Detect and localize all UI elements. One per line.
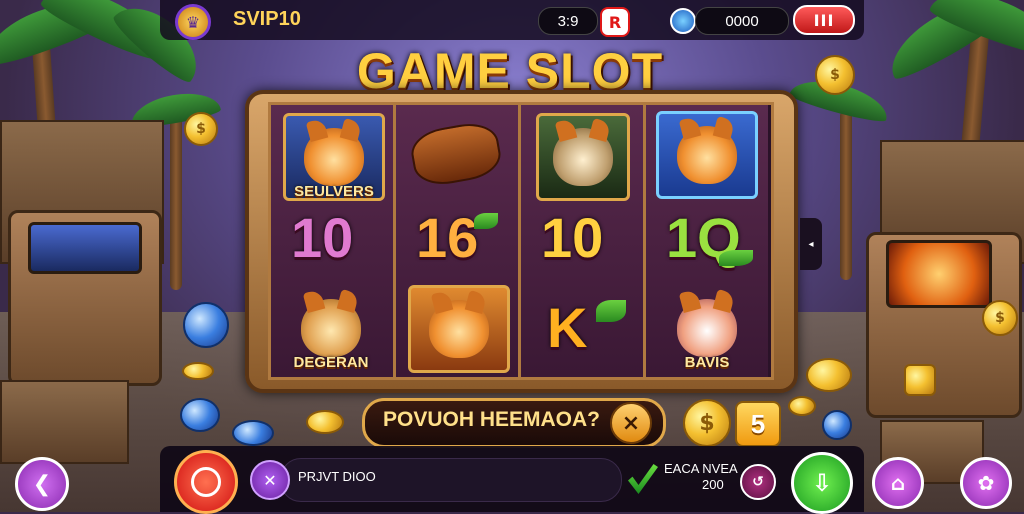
blue-token-icon (180, 398, 220, 432)
coin-icon (182, 362, 214, 380)
symbol-white-tiger: BAVIS (659, 287, 755, 371)
timer-display: 3:9 (538, 7, 598, 35)
leaf-icon (719, 250, 753, 266)
coin-icon: $ (982, 300, 1018, 336)
info-text: PRJVT DIOO (298, 469, 376, 484)
reel-area: SEULVERS 10 16 10 1Q DEGERAN K BAVIS (268, 102, 774, 380)
coin-icon (788, 396, 816, 416)
symbol-tiger-card: SEULVERS (283, 113, 385, 201)
arcade-screen-left (28, 222, 142, 274)
settings-button[interactable]: ✿ (960, 457, 1012, 509)
home-button[interactable]: ⌂ (872, 457, 924, 509)
white-tiger-icon (677, 299, 737, 357)
crate-left (0, 380, 129, 464)
message-text: POVUOH HEEMAOA? (383, 408, 601, 431)
earn-line-1: EACA NVEA (664, 461, 738, 476)
blue-token-icon (232, 420, 274, 446)
win-count-badge: 5 (735, 401, 781, 447)
coin-icon: $ (815, 55, 855, 95)
bet-settings-button[interactable]: ✕ (250, 460, 290, 500)
power-icon (191, 467, 221, 497)
symbol-10-gold: 10 (541, 206, 604, 269)
cougar-icon (677, 126, 737, 184)
leaf-icon (474, 213, 498, 229)
blue-token-icon (822, 410, 852, 440)
symbol-k: K (547, 296, 588, 359)
symbol-label: BAVIS (684, 354, 730, 371)
red-badge-label: R (608, 12, 622, 32)
coin-icon (306, 410, 344, 434)
coin-icon (806, 358, 852, 392)
symbol-label: DEGERAN (293, 354, 369, 371)
gem-currency-icon (670, 8, 696, 34)
earn-line-2: 200 (702, 477, 724, 492)
palm-tree-small (840, 110, 852, 280)
refresh-button[interactable]: ↺ (740, 464, 776, 500)
coin-icon (904, 364, 936, 396)
coin-icon: $ (683, 399, 731, 447)
back-button[interactable]: ❮ (15, 457, 69, 511)
menu-button[interactable]: III (793, 5, 855, 35)
symbol-label: SEULVERS (294, 183, 374, 200)
tiger-icon (304, 128, 364, 186)
symbol-tiger-portrait (408, 285, 510, 373)
symbol-lynx-card (536, 113, 630, 201)
red-badge-button[interactable]: R (600, 7, 630, 37)
earn-label: EACA NVEA 200 (664, 461, 738, 493)
vip-avatar-icon[interactable]: ♛ (175, 4, 211, 40)
menu-icon: III (813, 10, 835, 30)
timer-text: 3:9 (557, 12, 579, 30)
spin-button[interactable] (174, 450, 238, 514)
basket-icon (407, 118, 505, 190)
balance-display: 0000 (695, 7, 789, 35)
symbol-10: 10 (291, 206, 354, 269)
leaf-icon (596, 300, 626, 322)
side-tab-arrow-icon[interactable]: ◂ (800, 218, 822, 270)
tiger-icon (429, 300, 489, 358)
symbol-fennec: DEGERAN (283, 287, 379, 371)
vip-label: SVIP10 (233, 8, 301, 30)
fennec-icon (301, 299, 361, 357)
blue-token-icon (183, 302, 229, 348)
symbol-basket (407, 113, 505, 195)
close-button[interactable]: × (610, 402, 652, 444)
symbol-16: 16 (416, 206, 479, 269)
balance-text: 0000 (725, 12, 759, 30)
coin-icon: $ (184, 112, 218, 146)
confirm-button[interactable]: ⇩ (791, 452, 853, 514)
palm-tree-small (170, 110, 182, 290)
arcade-screen-right (886, 240, 992, 308)
symbol-cougar-card (656, 111, 758, 199)
lynx-icon (553, 128, 613, 186)
